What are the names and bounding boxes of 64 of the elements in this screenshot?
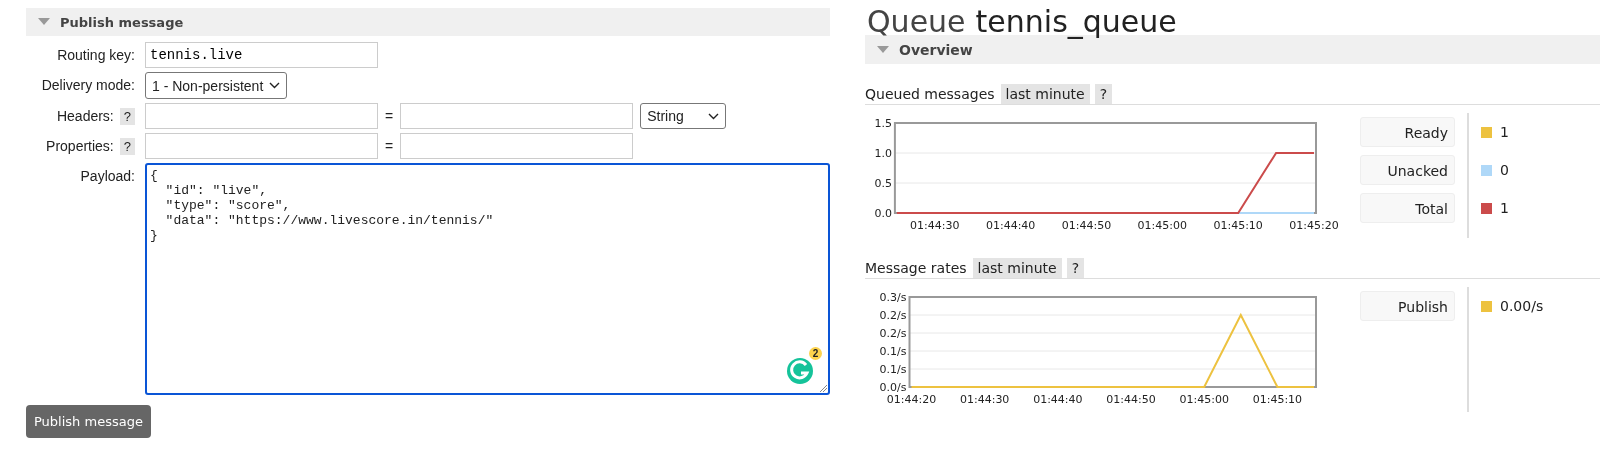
payload-text: { "id": "live", "type": "score", "data": "https://www.livescore.in/tennis/" }	[149, 167, 495, 245]
axis-label: 0.0	[874, 207, 892, 220]
axis-label: 01:45:00	[1137, 219, 1188, 232]
chevron-down-icon	[708, 112, 720, 120]
field-label: Routing key:	[57, 47, 135, 63]
key-field[interactable]	[145, 133, 378, 159]
type-dropdown[interactable]: String	[640, 103, 727, 129]
axis-label: 0.3/s	[879, 291, 907, 304]
section-title: Overview	[899, 41, 973, 58]
value-field[interactable]	[400, 103, 634, 129]
page-title-prefix: Queue	[867, 8, 966, 35]
axis-label: 01:44:50	[1106, 393, 1156, 406]
axis-label: 01:45:00	[1179, 393, 1229, 406]
axis-label: 01:45:20	[1289, 219, 1339, 232]
field-label: Properties:	[46, 138, 114, 154]
routing-key-field[interactable]: tennis.live	[145, 42, 378, 68]
legend-value: 1	[1500, 124, 1509, 140]
field-label: Headers:	[56, 108, 114, 124]
legend-value: 1	[1500, 200, 1509, 216]
field-label: Delivery mode:	[41, 77, 135, 93]
axis-label: 0.1/s	[879, 363, 907, 376]
legend-label: Total	[1360, 193, 1455, 223]
axis-label: 01:44:40	[985, 219, 1036, 232]
value-field[interactable]	[400, 133, 634, 159]
time-range-button[interactable]: last minute	[972, 258, 1062, 278]
legend-value: 0	[1500, 162, 1509, 178]
delivery-mode-dropdown[interactable]: 1 - Non-persistent	[145, 72, 288, 99]
help-button[interactable]: ?	[1066, 258, 1085, 278]
axis-label: 01:44:30	[960, 393, 1010, 406]
axis-label: 01:44:50	[1061, 219, 1112, 232]
chevron-down-icon	[269, 82, 281, 89]
expand-triangle-icon[interactable]	[877, 45, 889, 54]
legend-label: Publish	[1360, 291, 1455, 321]
help-button[interactable]: ?	[119, 107, 135, 125]
axis-label: 01:44:40	[1033, 393, 1083, 406]
key-field[interactable]	[145, 103, 378, 129]
axis-label: 1.5	[874, 117, 892, 130]
time-range-button[interactable]: last minute	[1000, 84, 1090, 104]
equals-sign: =	[385, 138, 394, 154]
field-label: Payload:	[80, 168, 135, 184]
axis-label: 0.2/s	[879, 327, 907, 340]
payload-field[interactable]: { "id": "live", "type": "score", "data": "https://www.livescore.in/tennis/" } 2	[145, 163, 830, 395]
notification-badge: 2	[809, 347, 822, 360]
chart-title: Queued messages	[865, 86, 995, 102]
help-button[interactable]: ?	[119, 137, 135, 155]
axis-label: 01:44:30	[910, 219, 960, 232]
axis-label: 0.1/s	[879, 345, 907, 358]
axis-label: 01:45:10	[1252, 393, 1303, 406]
publish-message-button[interactable]: Publish message	[26, 405, 151, 438]
help-button[interactable]: ?	[1094, 84, 1113, 104]
legend-label: Unacked	[1360, 155, 1455, 185]
axis-label: 0.2/s	[879, 309, 907, 322]
axis-label: 01:45:10	[1213, 219, 1263, 232]
expand-triangle-icon[interactable]	[38, 18, 50, 26]
legend-value: 0.00/s	[1500, 298, 1544, 314]
equals-sign: =	[385, 108, 394, 124]
axis-label: 1.0	[874, 147, 892, 160]
axis-label: 0.0/s	[879, 381, 907, 394]
axis-label: 01:44:20	[886, 393, 937, 406]
legend-label: Ready	[1360, 117, 1455, 147]
resize-handle-icon[interactable]	[819, 384, 827, 392]
section-title: Publish message	[60, 14, 184, 30]
axis-label: 0.5	[874, 177, 892, 190]
chart-title: Message rates	[865, 260, 967, 276]
